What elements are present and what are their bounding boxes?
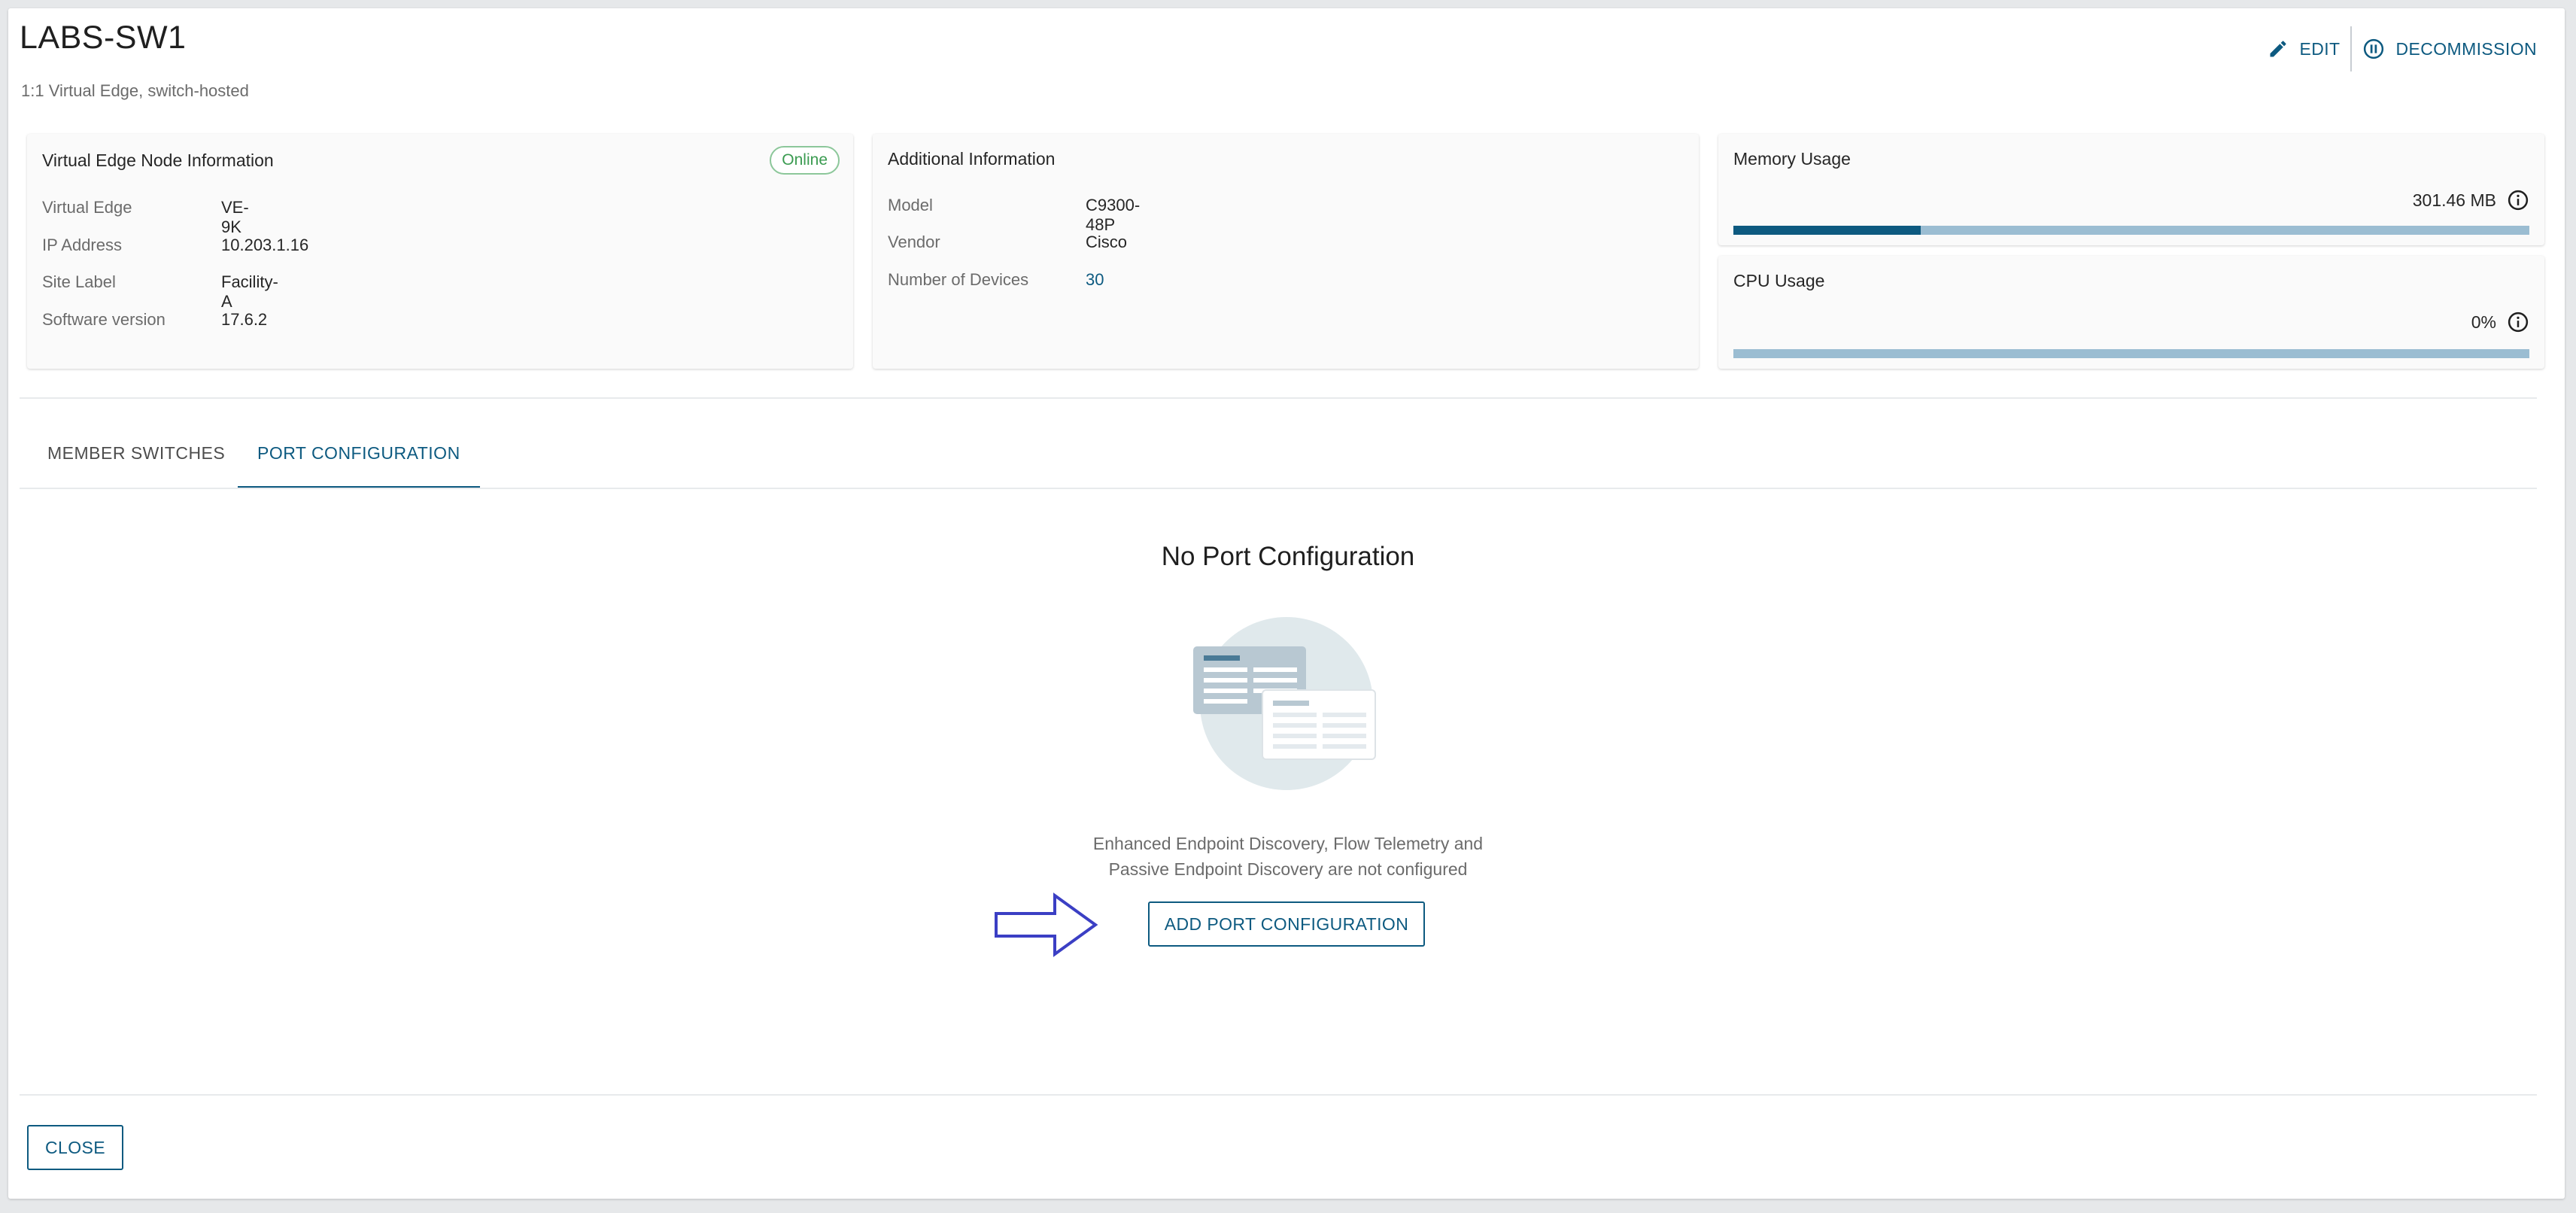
additional-info-label: Number of Devices [888,270,1029,289]
tab-member-switches[interactable]: MEMBER SWITCHES [28,433,245,489]
node-info-label: Virtual Edge [42,198,132,217]
node-info-value: 17.6.2 [221,310,268,329]
additional-info-label: Vendor [888,233,940,251]
decommission-label: DECOMMISSION [2395,38,2537,59]
tabs-divider [20,488,2537,489]
edit-button[interactable]: EDIT [2257,29,2350,69]
additional-info-row: Vendor Cisco [888,233,1127,252]
memory-usage-value-row: 301.46 MB [2413,189,2529,211]
node-info-label: Site Label [42,272,116,291]
status-badge: Online [770,146,840,175]
additional-info-row: Model C9300-48P [888,196,1140,234]
cpu-usage-title: CPU Usage [1733,271,1825,290]
close-button[interactable]: CLOSE [27,1125,123,1170]
footer-divider [20,1094,2537,1096]
node-info-value: 10.203.1.16 [221,236,309,254]
memory-usage-card: Memory Usage 301.46 MB [1718,134,2544,245]
memory-usage-fill [1733,226,1921,235]
node-info-value: VE-9K [221,198,249,236]
memory-usage-value: 301.46 MB [2412,190,2496,210]
tab-port-configuration[interactable]: PORT CONFIGURATION [238,433,480,489]
additional-info-value: Cisco [1086,233,1128,251]
empty-state-description-line: Passive Endpoint Discovery are not confi… [1108,859,1468,879]
node-info-row: IP Address 10.203.1.16 [42,236,308,255]
page-title: LABS-SW1 [20,20,187,56]
additional-info-card: Additional Information Model C9300-48P V… [873,134,1699,369]
info-icon[interactable] [2507,189,2529,211]
edit-label: EDIT [2299,38,2341,59]
node-info-row: Virtual Edge VE-9K [42,198,249,236]
section-divider [20,397,2537,399]
header-actions: EDIT DECOMMISSION [2257,26,2547,71]
empty-config-illustration [1193,617,1376,790]
info-icon[interactable] [2507,311,2529,333]
cpu-usage-card: CPU Usage 0% [1718,256,2544,369]
node-info-row: Software version 17.6.2 [42,310,267,330]
additional-info-title: Additional Information [888,149,1056,169]
node-info-card: Virtual Edge Node Information Online Vir… [27,134,853,369]
number-of-devices-link[interactable]: 30 [1086,270,1104,290]
cpu-usage-bar [1733,349,2529,358]
page-subtitle: 1:1 Virtual Edge, switch-hosted [21,81,249,100]
pencil-icon [2270,41,2286,57]
empty-state-title: No Port Configuration [1161,542,1415,571]
cpu-usage-value: 0% [2471,312,2496,332]
empty-state-description-line: Enhanced Endpoint Discovery, Flow Teleme… [1092,834,1484,853]
additional-info-label: Model [888,196,933,214]
node-info-value: Facility-A [221,272,278,311]
pause-circle-icon [2364,38,2384,59]
decommission-button[interactable]: DECOMMISSION [2352,29,2547,69]
node-info-label: Software version [42,310,166,329]
memory-usage-bar [1733,226,2529,235]
arrow-right-icon [995,892,1098,957]
additional-info-row: Number of Devices 30 [888,270,1104,290]
add-port-configuration-button[interactable]: ADD PORT CONFIGURATION [1148,901,1425,947]
node-info-label: IP Address [42,236,122,254]
empty-state-description: Enhanced Endpoint Discovery, Flow Teleme… [0,831,2576,882]
cpu-usage-value-row: 0% [2471,311,2529,333]
additional-info-value: C9300-48P [1086,196,1141,234]
node-info-row: Site Label Facility-A [42,272,278,311]
node-info-title: Virtual Edge Node Information [42,150,274,170]
memory-usage-title: Memory Usage [1733,149,1851,169]
